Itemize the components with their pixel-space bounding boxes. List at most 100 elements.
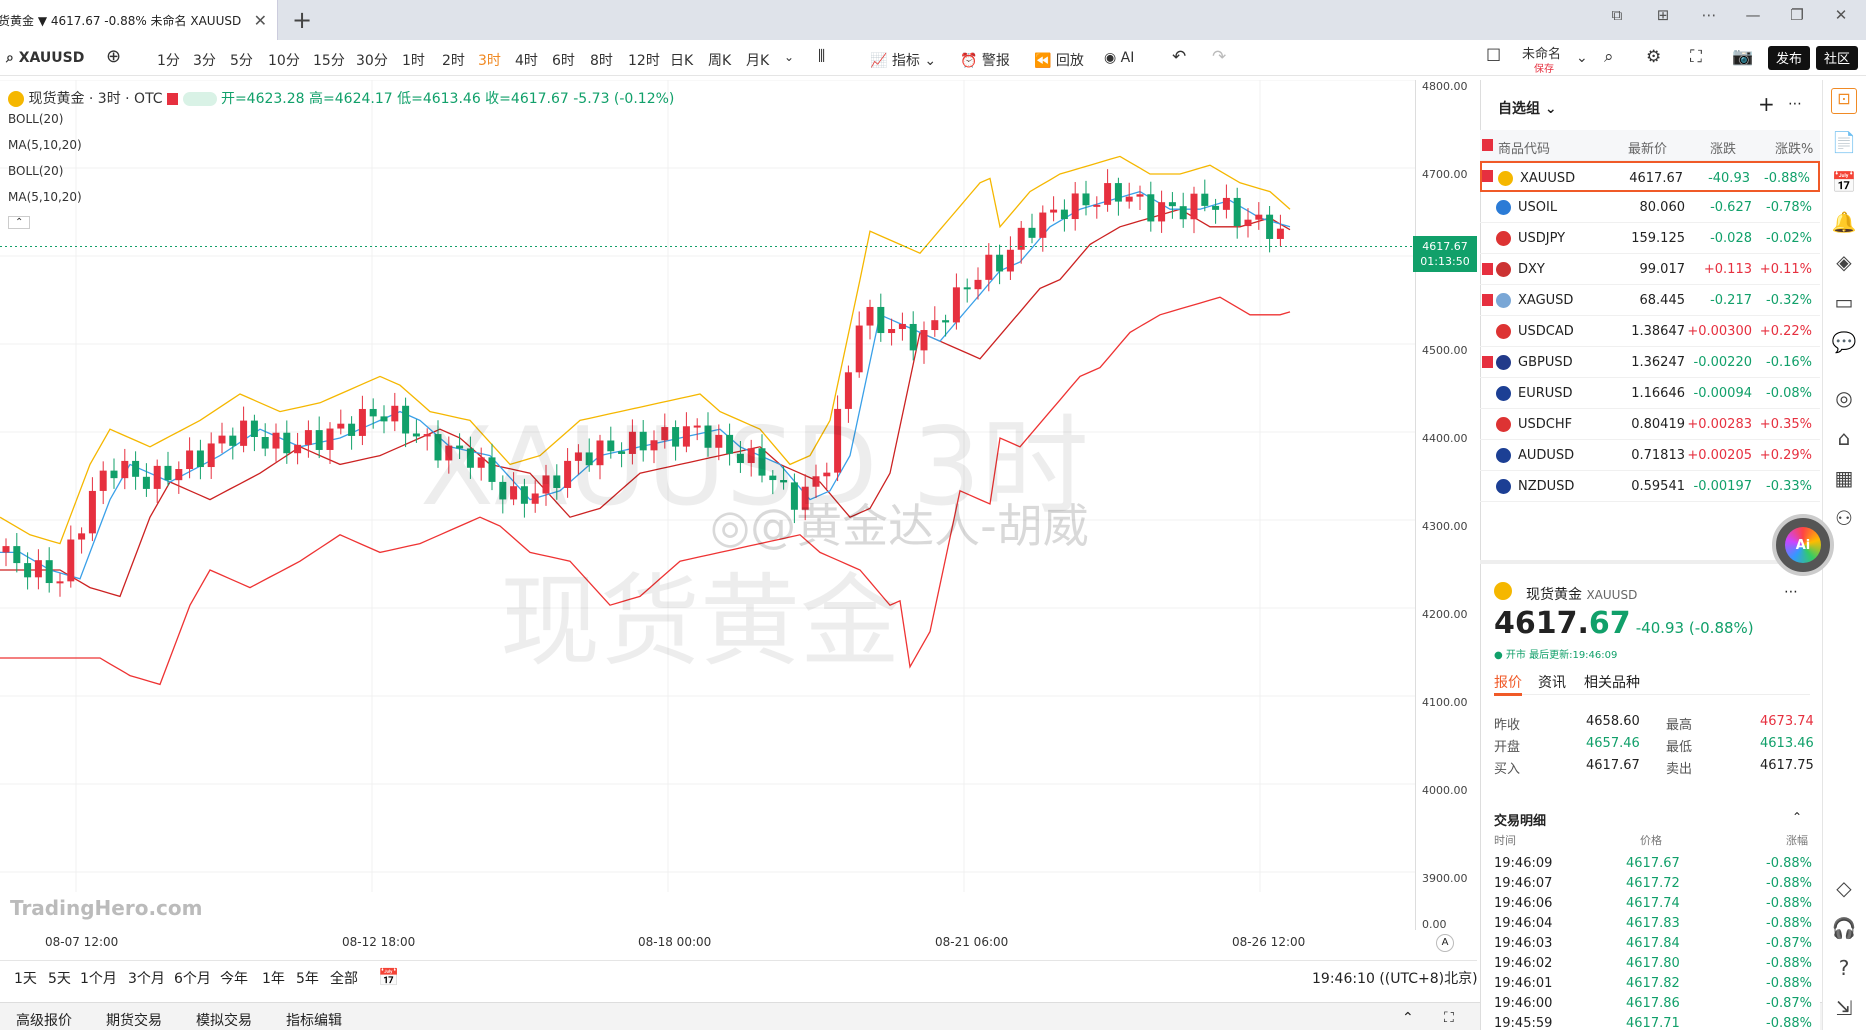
collapse-panel-icon[interactable]: ⌃ [1402,1010,1414,1026]
interval-14[interactable]: 周K [708,50,731,70]
chat-icon[interactable]: 💬 [1831,330,1857,356]
layout-dropdown-icon[interactable]: ⌄ [1576,50,1588,66]
watchlist-row[interactable]: AUDUSD 0.71813 +0.00205 +0.29% [1480,440,1820,471]
interval-10[interactable]: 6时 [552,50,575,70]
calendar-icon[interactable]: 📅 [1831,170,1857,196]
watchlist-rail-icon[interactable]: ⊡ [1831,88,1857,114]
interval-4[interactable]: 15分 [313,50,345,70]
interval-6[interactable]: 1时 [402,50,425,70]
watchlist-row[interactable]: USDJPY 159.125 -0.028 -0.02% [1480,223,1820,254]
layout-icon[interactable]: ⊞ [1650,6,1676,24]
detail-more-icon[interactable]: ⋯ [1784,584,1798,600]
watchlist-row[interactable]: USOIL 80.060 -0.627 -0.78% [1480,192,1820,223]
date-range-icon[interactable]: 📅 [378,968,399,988]
hat-icon[interactable]: ⌂ [1831,426,1857,452]
interval-0[interactable]: 1分 [157,50,180,70]
crowd-icon[interactable]: ⚇ [1831,506,1857,532]
community-button[interactable]: 社区 [1816,46,1859,70]
maximize-panel-icon[interactable]: ⛶ [1444,1010,1454,1026]
undo-icon[interactable]: ↶ [1172,47,1186,67]
add-symbol-icon[interactable]: ⊕ [106,46,121,67]
watchlist-row[interactable]: USDCHF 0.80419 +0.00283 +0.35% [1480,409,1820,440]
fullscreen-icon[interactable]: ⛶ [1690,47,1702,67]
publish-button[interactable]: 发布 [1768,46,1811,70]
symbol-search[interactable]: ⌕ XAUUSD [6,50,84,66]
detail-tab-0[interactable]: 报价 [1494,672,1522,692]
collapse-legend-icon[interactable]: ⌃ [8,216,31,229]
range-5[interactable]: 今年 [220,968,248,988]
bell-icon[interactable]: 🔔 [1831,210,1857,236]
ai-button[interactable]: ◉ AI [1104,50,1134,66]
indicator-legend-4[interactable]: MA(5,10,20) [8,190,82,204]
range-2[interactable]: 1个月 [80,968,117,988]
headset-icon[interactable]: 🎧 [1831,916,1857,942]
watchlist-row[interactable]: XAUUSD 4617.67 -40.93 -0.88% [1480,161,1820,192]
quick-search-icon[interactable]: ⌕ [1604,47,1614,67]
table-icon[interactable]: ▦ [1831,466,1857,492]
auto-scale-button[interactable]: A [1436,934,1454,952]
interval-15[interactable]: 月K [746,50,769,70]
checkbox-icon[interactable]: ☐ [1486,46,1501,66]
notes-icon[interactable]: 📄 [1831,130,1857,156]
detail-tab-2[interactable]: 相关品种 [1584,672,1640,692]
watchlist-row[interactable]: USDCAD 1.38647 +0.00300 +0.22% [1480,316,1820,347]
range-8[interactable]: 全部 [330,968,358,988]
export-icon[interactable]: ⇲ [1831,996,1857,1022]
interval-3[interactable]: 10分 [268,50,300,70]
watchlist-row[interactable]: XAGUSD 68.445 -0.217 -0.32% [1480,285,1820,316]
settings-icon[interactable]: ⚙ [1646,47,1661,67]
interval-1[interactable]: 3分 [193,50,216,70]
price-axis[interactable] [1415,80,1477,930]
interval-11[interactable]: 8时 [590,50,613,70]
video-icon[interactable]: ▭ [1831,290,1857,316]
watchlist-row[interactable]: DXY 99.017 +0.113 +0.11% [1480,254,1820,285]
interval-2[interactable]: 5分 [230,50,253,70]
layers-icon[interactable]: ◈ [1831,250,1857,276]
bottom-tab-1[interactable]: 期货交易 [106,1010,162,1030]
interval-9[interactable]: 4时 [515,50,538,70]
watchlist-row[interactable]: NZDUSD 0.59541 -0.00197 -0.33% [1480,471,1820,502]
panel-divider[interactable] [1480,560,1820,564]
indicator-legend-2[interactable]: MA(5,10,20) [8,138,82,152]
range-3[interactable]: 3个月 [128,968,165,988]
clock[interactable]: 19:46:10 ((UTC+8)北京) [1312,968,1478,988]
interval-dropdown-icon[interactable]: ⌄ [784,50,794,64]
range-6[interactable]: 1年 [262,968,285,988]
bottom-tab-2[interactable]: 模拟交易 [196,1010,252,1030]
add-watchlist-icon[interactable]: + [1758,92,1775,116]
new-tab-icon[interactable]: + [292,6,312,34]
range-1[interactable]: 5天 [48,968,71,988]
watchlist-row[interactable]: EURUSD 1.16646 -0.00094 -0.08% [1480,378,1820,409]
help-icon[interactable]: ? [1831,956,1857,982]
collapse-trades-icon[interactable]: ⌃ [1792,810,1802,824]
screenshot-icon[interactable]: ⧉ [1604,6,1630,24]
close-tab-icon[interactable]: ✕ [254,11,267,30]
interval-7[interactable]: 2时 [442,50,465,70]
interval-13[interactable]: 日K [670,50,693,70]
watchlist-more-icon[interactable]: ⋯ [1788,96,1802,112]
alert-button[interactable]: ⏰ 警报 [960,50,1010,70]
camera-icon[interactable]: 📷 [1732,47,1753,67]
indicators-button[interactable]: 📈 指标 ⌄ [870,50,936,70]
bottom-tab-0[interactable]: 高级报价 [16,1010,72,1030]
range-7[interactable]: 5年 [296,968,319,988]
more-icon[interactable]: ⋯ [1696,6,1722,24]
detail-tab-1[interactable]: 资讯 [1538,672,1566,692]
watchlist-row[interactable]: GBPUSD 1.36247 -0.00220 -0.16% [1480,347,1820,378]
redo-icon[interactable]: ↷ [1212,47,1226,67]
watchlist-group[interactable]: 自选组 ⌄ [1498,98,1557,118]
indicator-legend-1[interactable]: BOLL(20) [8,112,63,126]
bottom-tab-3[interactable]: 指标编辑 [286,1010,342,1030]
interval-5[interactable]: 30分 [356,50,388,70]
candle-type-icon[interactable]: ⫴ [818,47,825,67]
replay-button[interactable]: ⏪ 回放 [1034,50,1084,70]
ai-assistant-button[interactable]: Ai [1772,514,1834,576]
target-icon[interactable]: ◎ [1831,386,1857,412]
minimize-icon[interactable]: — [1740,6,1766,24]
browser-tab[interactable]: 货黄金 ▼ 4617.67 -0.88% 未命名 XAUUSD ✕ [0,0,278,40]
range-4[interactable]: 6个月 [174,968,211,988]
interval-12[interactable]: 12时 [628,50,660,70]
close-window-icon[interactable]: ✕ [1828,6,1854,24]
range-0[interactable]: 1天 [14,968,37,988]
interval-8[interactable]: 3时 [478,50,501,70]
